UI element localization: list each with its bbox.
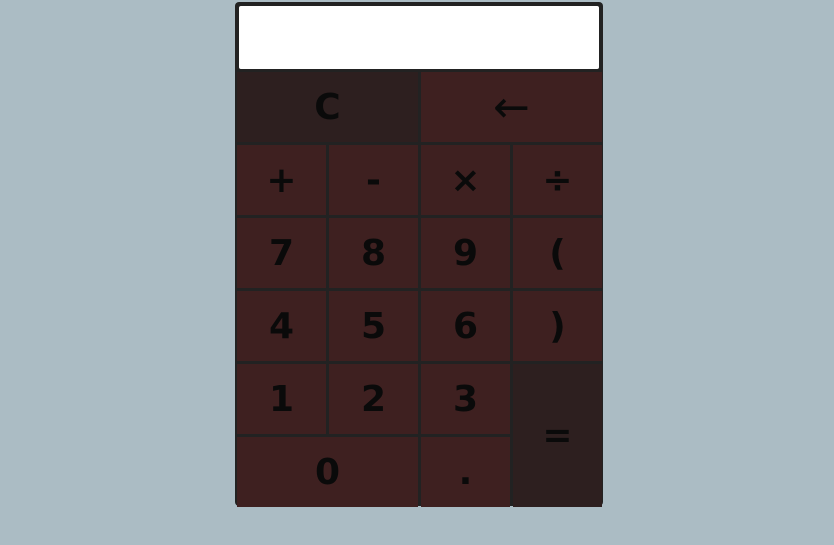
digit-1-button[interactable]: 1 [237,364,326,434]
clear-button[interactable]: C [237,72,418,142]
calculator: C ← + - × ÷ 7 8 9 ( 4 5 6 ) 1 2 3 = 0 . [235,2,603,507]
close-paren-button[interactable]: ) [513,291,602,361]
digit-9-button[interactable]: 9 [421,218,510,288]
digit-7-button[interactable]: 7 [237,218,326,288]
open-paren-button[interactable]: ( [513,218,602,288]
digit-6-button[interactable]: 6 [421,291,510,361]
backspace-button[interactable]: ← [421,72,602,142]
digit-5-button[interactable]: 5 [329,291,418,361]
digit-2-button[interactable]: 2 [329,364,418,434]
decimal-button[interactable]: . [421,437,510,507]
multiply-button[interactable]: × [421,145,510,215]
display-field[interactable] [239,6,599,69]
plus-button[interactable]: + [237,145,326,215]
equals-button[interactable]: = [513,364,602,507]
minus-button[interactable]: - [329,145,418,215]
digit-3-button[interactable]: 3 [421,364,510,434]
digit-4-button[interactable]: 4 [237,291,326,361]
keypad: C ← + - × ÷ 7 8 9 ( 4 5 6 ) 1 2 3 = 0 . [237,72,602,507]
digit-0-button[interactable]: 0 [237,437,418,507]
digit-8-button[interactable]: 8 [329,218,418,288]
divide-button[interactable]: ÷ [513,145,602,215]
